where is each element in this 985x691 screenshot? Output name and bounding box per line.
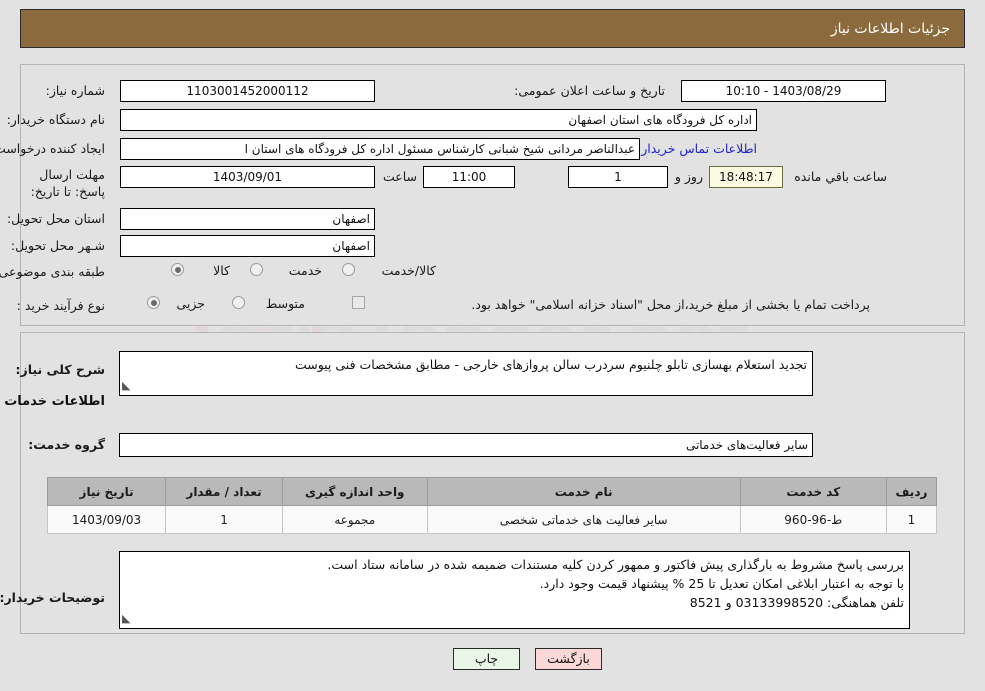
field-announce-datetime[interactable]: 1403/08/29 - 10:10	[681, 80, 886, 102]
field-remaining-countdown: 18:48:17	[709, 166, 783, 188]
field-delivery-province[interactable]: اصفهان	[120, 208, 375, 230]
radio-process-motavasset[interactable]	[232, 296, 245, 309]
label-purchase-process-type: نوع فرآیند خرید :	[16, 298, 105, 313]
table-col-quantity: تعداد / مقدار	[165, 477, 283, 506]
page-title: جزئیات اطلاعات نیاز	[830, 20, 950, 37]
print-button[interactable]: چاپ	[453, 648, 520, 670]
need-info-panel	[20, 64, 965, 326]
radio-label-category-0: کالا	[213, 263, 230, 278]
heading-services-info: اطلاعات خدمات مورد نیاز	[0, 394, 105, 409]
label-service-group: گروه خدمت:	[28, 437, 105, 452]
label-delivery-city: شـهر محل تحویل:	[10, 238, 105, 253]
radio-label-category-1: خدمت	[288, 263, 322, 278]
table-header-row: ردیف کد خدمت نام خدمت واحد اندازه گیری ت…	[46, 477, 938, 506]
radio-category-kala-khedmat[interactable]	[342, 263, 355, 276]
resize-grip-icon[interactable]: ◢	[122, 376, 130, 395]
label-need-number: شماره نیاز:	[45, 83, 105, 98]
field-remaining-days[interactable]: 1	[568, 166, 668, 188]
field-delivery-city[interactable]: اصفهان	[120, 235, 375, 257]
radio-process-jozii[interactable]	[147, 296, 160, 309]
cell-unit: مجموعه	[281, 505, 428, 534]
buyer-note-line-3: تلفن هماهنگی: 03133998520 و 8521	[689, 595, 904, 610]
radio-category-kala[interactable]	[171, 263, 184, 276]
table-col-service-name: نام خدمت	[426, 477, 741, 506]
label-request-creator: ایجاد کننده درخواست:	[0, 141, 105, 156]
label-buyer-notes: توضیحات خریدار:	[0, 590, 105, 605]
label-subject-category: طبقه بندی موضوعی:	[0, 264, 105, 279]
cell-row-no: 1	[885, 505, 938, 534]
label-announce-datetime: تاریخ و ساعت اعلان عمومی:	[514, 83, 665, 98]
cell-need-date: 1403/09/03	[46, 505, 167, 534]
label-days-suffix: روز و	[674, 169, 703, 184]
field-request-creator[interactable]: عبدالناصر مردانی شیخ شبانی کارشناس مسئول…	[120, 138, 640, 160]
table-col-unit: واحد اندازه گیری	[281, 477, 428, 506]
cell-service-name: سایر فعالیت های خدماتی شخصی	[426, 505, 741, 534]
field-buyer-organization[interactable]: اداره کل فرودگاه های استان اصفهان	[120, 109, 757, 131]
field-deadline-date[interactable]: 1403/09/01	[120, 166, 375, 188]
label-buyer-organization: نام دستگاه خریدار:	[6, 112, 105, 127]
cell-quantity: 1	[165, 505, 283, 534]
buyer-contact-link[interactable]: اطلاعات تماس خریدار	[641, 141, 757, 156]
radio-label-process-0: جزیی	[176, 296, 205, 311]
cell-service-code: ط-96-960	[739, 505, 887, 534]
buyer-note-line-1: بررسی پاسخ مشروط به بارگذاری پیش فاکتور …	[327, 557, 904, 572]
back-button[interactable]: بازگشت	[535, 648, 602, 670]
field-need-number[interactable]: 1103001452000112	[120, 80, 375, 102]
label-general-description: شرح کلی نیاز:	[15, 362, 105, 377]
radio-label-category-2: کالا/خدمت	[381, 263, 436, 278]
label-response-deadline: مهلت ارسال پاسخ: تا تاریخ:	[30, 167, 105, 199]
field-buyer-notes[interactable]: بررسی پاسخ مشروط به بارگذاری پیش فاکتور …	[119, 551, 910, 629]
general-description-text: تجدید استعلام بهسازی تابلو چلنیوم سردرب …	[294, 357, 807, 372]
table-col-row-no: ردیف	[885, 477, 938, 506]
table-row: 1 ط-96-960 سایر فعالیت های خدماتی شخصی م…	[46, 505, 938, 534]
table-col-service-code: کد خدمت	[739, 477, 887, 506]
buyer-note-line-2: با توجه به اعتبار ابلاغی امکان تعدیل تا …	[539, 576, 904, 591]
checkbox-treasury-bond-payment[interactable]	[352, 296, 365, 309]
page-root: جزئیات اطلاعات نیاز AriaTender.net شماره…	[0, 0, 985, 691]
field-service-group[interactable]: سایر فعالیت‌های خدماتی	[119, 433, 813, 457]
field-general-description[interactable]: تجدید استعلام بهسازی تابلو چلنیوم سردرب …	[119, 351, 813, 396]
services-table: ردیف کد خدمت نام خدمت واحد اندازه گیری ت…	[46, 477, 938, 534]
radio-label-process-1: متوسط	[265, 296, 305, 311]
label-hour: ساعت	[382, 169, 417, 184]
page-header-bar: جزئیات اطلاعات نیاز	[20, 9, 965, 48]
resize-grip-icon-notes[interactable]: ◢	[122, 609, 130, 628]
label-treasury-bond-note: پرداخت تمام یا بخشی از مبلغ خرید،از محل …	[471, 297, 870, 312]
label-delivery-province: استان محل تحویل:	[6, 211, 105, 226]
field-deadline-time[interactable]: 11:00	[423, 166, 515, 188]
radio-category-khedmat[interactable]	[250, 263, 263, 276]
label-countdown-suffix: ساعت باقي مانده	[794, 169, 887, 184]
table-col-need-date: تاریخ نیاز	[46, 477, 167, 506]
